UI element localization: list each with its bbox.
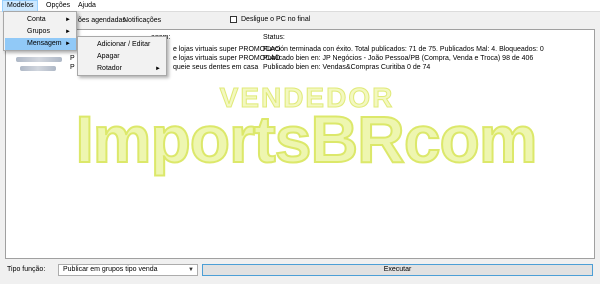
row-2-blurred-name (16, 57, 62, 62)
submenu-arrow-icon: ► (65, 29, 71, 35)
row-3-status[interactable]: Publicado bien en: Vendas&Compras Curiti… (263, 64, 430, 71)
row-3-prefix: P (70, 64, 75, 71)
mensagem-submenu: Adicionar / Editar Apagar Rotador ► (77, 36, 167, 76)
menu-item-conta[interactable]: Conta ► (5, 14, 76, 26)
function-type-value: Publicar em grupos tipo venda (63, 266, 158, 273)
function-type-label: Tipo função: (7, 266, 46, 273)
row-3-blurred-name (20, 66, 56, 71)
shutdown-label: Desligue o PC no final (241, 15, 311, 23)
menu-item-grupos[interactable]: Grupos ► (5, 26, 76, 38)
shutdown-checkbox[interactable] (230, 15, 237, 23)
submenu-arrow-icon: ► (65, 17, 71, 23)
menu-item-mensagem-label: Mensagem (27, 40, 62, 47)
row-2-prefix: P (70, 55, 75, 62)
shutdown-option[interactable]: Desligue o PC no final (230, 14, 310, 24)
row-2-status[interactable]: Publicado bien en: JP Negócios - João Pe… (263, 55, 533, 62)
menu-item-apagar-label: Apagar (97, 53, 120, 60)
submenu-arrow-icon: ► (65, 41, 71, 47)
submenu-arrow-icon: ► (155, 66, 161, 72)
row-1-status[interactable]: Función terminada con éxito. Total publi… (263, 46, 544, 53)
function-type-select[interactable]: Publicar em grupos tipo venda ▼ (58, 264, 198, 276)
tab-notifications[interactable]: Notificações (121, 15, 163, 27)
bottom-bar: Tipo função: Publicar em grupos tipo ven… (0, 262, 600, 284)
menu-item-conta-label: Conta (27, 16, 46, 23)
menu-item-adicionar-editar[interactable]: Adicionar / Editar (79, 39, 166, 51)
menu-item-apagar[interactable]: Apagar (79, 51, 166, 63)
chevron-down-icon: ▼ (188, 267, 194, 273)
menu-item-grupos-label: Grupos (27, 28, 50, 35)
menu-item-mensagem[interactable]: Mensagem ► (5, 38, 76, 50)
menu-ajuda[interactable]: Ajuda (74, 0, 100, 12)
column-status-header: Status: (263, 34, 285, 41)
watermark-importsbr: ImportsBRcom (74, 102, 538, 176)
menu-item-rotador-label: Rotador (97, 65, 122, 72)
execute-button[interactable]: Executar (202, 264, 593, 276)
modelos-dropdown: Conta ► Grupos ► Mensagem ► (3, 11, 77, 51)
menu-bar: Modelos Opções Ajuda (0, 0, 600, 12)
row-3-message[interactable]: queie seus dentes em casa (173, 64, 258, 71)
menu-item-adicionar-editar-label: Adicionar / Editar (97, 41, 151, 48)
menu-item-rotador[interactable]: Rotador ► (79, 63, 166, 75)
